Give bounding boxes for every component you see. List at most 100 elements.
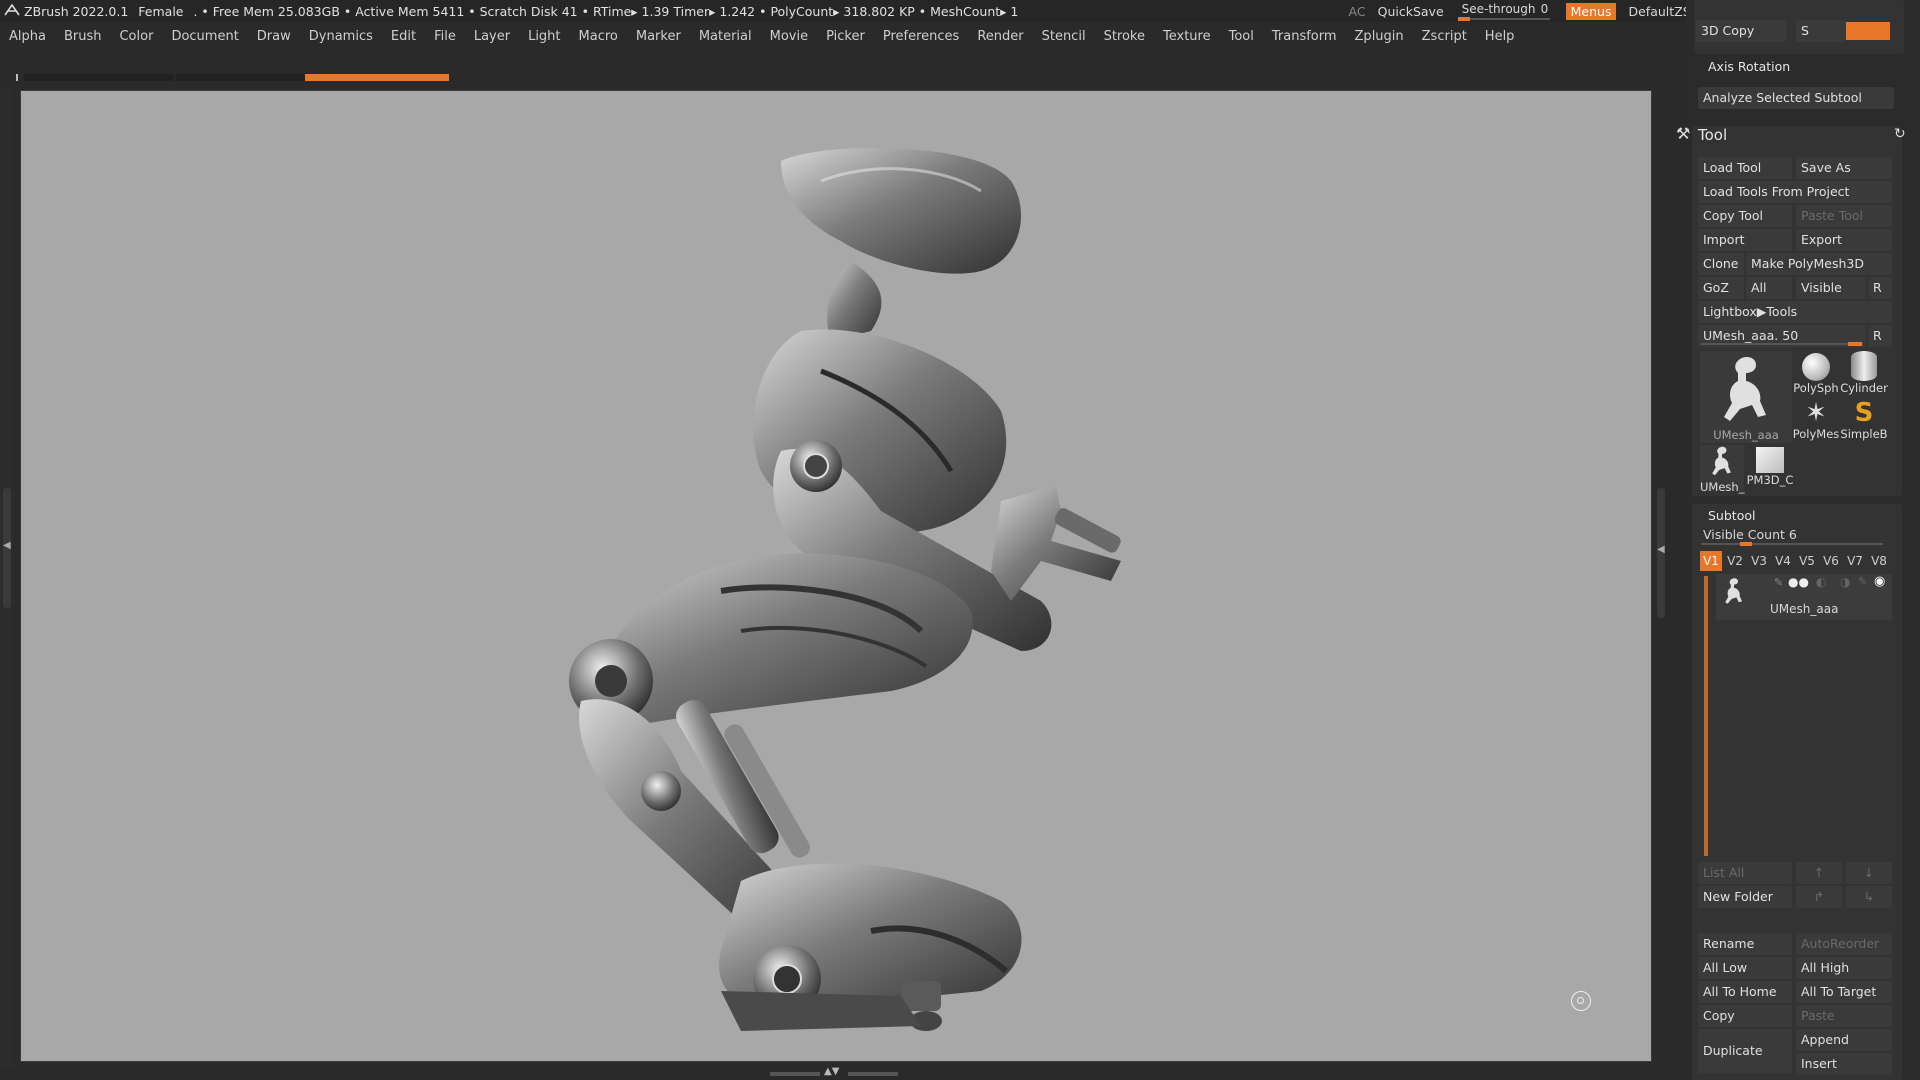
- version-tab-v8[interactable]: V8: [1868, 551, 1890, 571]
- menu-transform[interactable]: Transform: [1263, 29, 1346, 44]
- menu-zscript[interactable]: Zscript: [1413, 29, 1476, 44]
- menu-movie[interactable]: Movie: [761, 29, 817, 44]
- make-polymesh3d-button[interactable]: Make PolyMesh3D: [1746, 253, 1892, 275]
- paste-subtool-button[interactable]: Paste: [1796, 1005, 1892, 1027]
- menu-alpha[interactable]: Alpha: [0, 29, 55, 44]
- version-tab-v3[interactable]: V3: [1748, 551, 1770, 571]
- copy-subtool-button[interactable]: Copy: [1698, 1005, 1792, 1027]
- orange-swatch[interactable]: [1846, 22, 1890, 40]
- subtool-title[interactable]: Subtool: [1708, 508, 1755, 523]
- clone-button[interactable]: Clone: [1698, 253, 1744, 275]
- visible-count-thumb[interactable]: [1740, 542, 1752, 546]
- see-through-thumb[interactable]: [1457, 17, 1470, 21]
- refresh-icon[interactable]: ↻: [1894, 126, 1906, 142]
- duplicate-button[interactable]: Duplicate: [1698, 1029, 1792, 1073]
- version-tab-v2[interactable]: V2: [1724, 551, 1746, 571]
- menu-stroke[interactable]: Stroke: [1095, 29, 1154, 44]
- canvas-viewport[interactable]: [20, 90, 1652, 1062]
- 3d-copy-button[interactable]: 3D Copy: [1696, 20, 1786, 42]
- menus-toggle[interactable]: Menus: [1565, 2, 1617, 20]
- menu-edit[interactable]: Edit: [382, 29, 425, 44]
- goz-button[interactable]: GoZ: [1698, 277, 1744, 299]
- left-tray-handle[interactable]: ◀: [3, 488, 11, 608]
- viewport-pivot-icon[interactable]: [1571, 991, 1591, 1011]
- subtool-eye-icon[interactable]: ◉: [1874, 574, 1885, 589]
- all-low-button[interactable]: All Low: [1698, 957, 1792, 979]
- menu-light[interactable]: Light: [519, 29, 569, 44]
- bottom-tray-handle[interactable]: ▲▼: [770, 1066, 900, 1080]
- goz-r-button[interactable]: R: [1868, 277, 1892, 299]
- folder-down-button[interactable]: ↳: [1846, 886, 1892, 908]
- s-value-field[interactable]: S: [1796, 20, 1846, 42]
- menu-material[interactable]: Material: [690, 29, 761, 44]
- axis-rotation-label[interactable]: Axis Rotation: [1708, 59, 1790, 74]
- save-as-button[interactable]: Save As: [1796, 157, 1892, 179]
- see-through-slider[interactable]: See-through 0: [1456, 0, 1554, 22]
- menu-macro[interactable]: Macro: [570, 29, 627, 44]
- tool-thumb-umesh-aaa[interactable]: UMesh_aaa: [1700, 351, 1792, 443]
- menu-texture[interactable]: Texture: [1154, 29, 1220, 44]
- right-tray-handle[interactable]: ◀: [1657, 488, 1665, 618]
- subtool-edit-icon[interactable]: ✎: [1858, 575, 1867, 588]
- subtool-dynamic-icon[interactable]: ◑: [1840, 575, 1850, 589]
- lightbox-tools-button[interactable]: Lightbox▶Tools: [1698, 301, 1892, 323]
- menu-render[interactable]: Render: [968, 29, 1032, 44]
- tool-title[interactable]: Tool: [1698, 126, 1727, 144]
- tool-thumb-polymesh[interactable]: ✶ PolyMes: [1792, 399, 1840, 445]
- export-button[interactable]: Export: [1796, 229, 1892, 251]
- menu-brush[interactable]: Brush: [55, 29, 111, 44]
- menu-preferences[interactable]: Preferences: [874, 29, 968, 44]
- insert-button[interactable]: Insert: [1796, 1053, 1892, 1075]
- autoreorder-button[interactable]: AutoReorder: [1796, 933, 1892, 955]
- tab-2[interactable]: [176, 74, 316, 81]
- menu-file[interactable]: File: [425, 29, 465, 44]
- version-tab-v4[interactable]: V4: [1772, 551, 1794, 571]
- visible-count-slider[interactable]: Visible Count 6: [1698, 526, 1892, 546]
- goz-visible-button[interactable]: Visible: [1796, 277, 1866, 299]
- menu-color[interactable]: Color: [110, 29, 162, 44]
- tool-slider-thumb[interactable]: [1848, 342, 1862, 346]
- tab-active[interactable]: [305, 74, 449, 81]
- all-high-button[interactable]: All High: [1796, 957, 1892, 979]
- all-to-home-button[interactable]: All To Home: [1698, 981, 1792, 1003]
- append-button[interactable]: Append: [1796, 1029, 1892, 1051]
- menu-layer[interactable]: Layer: [465, 29, 519, 44]
- folder-up-button[interactable]: ↱: [1796, 886, 1842, 908]
- all-to-target-button[interactable]: All To Target: [1796, 981, 1892, 1003]
- move-down-button[interactable]: ↓: [1846, 862, 1892, 884]
- load-tool-button[interactable]: Load Tool: [1698, 157, 1792, 179]
- menu-stencil[interactable]: Stencil: [1033, 29, 1095, 44]
- menu-help[interactable]: Help: [1476, 29, 1524, 44]
- tool-slider-r-button[interactable]: R: [1868, 325, 1892, 347]
- load-tools-from-project-button[interactable]: Load Tools From Project: [1698, 181, 1892, 203]
- tool-slider[interactable]: UMesh_aaa. 50: [1698, 325, 1866, 347]
- tool-thumb-pm3d[interactable]: PM3D_C: [1746, 445, 1794, 491]
- copy-tool-button[interactable]: Copy Tool: [1698, 205, 1792, 227]
- menu-tool[interactable]: Tool: [1220, 29, 1263, 44]
- version-tab-v7[interactable]: V7: [1844, 551, 1866, 571]
- subtool-list-scrollbar[interactable]: [1704, 576, 1708, 856]
- menu-zplugin[interactable]: Zplugin: [1346, 29, 1413, 44]
- tool-thumb-cylinder[interactable]: Cylinder: [1840, 351, 1888, 397]
- subtool-polypaint-icon[interactable]: ●●: [1788, 575, 1809, 589]
- menu-dynamics[interactable]: Dynamics: [300, 29, 382, 44]
- paste-tool-button[interactable]: Paste Tool: [1796, 205, 1892, 227]
- robot-model[interactable]: [21, 91, 1653, 1063]
- list-all-button[interactable]: List All: [1698, 862, 1792, 884]
- version-tab-v1[interactable]: V1: [1700, 551, 1722, 571]
- menu-picker[interactable]: Picker: [817, 29, 874, 44]
- tool-thumb-umesh-small[interactable]: UMesh_: [1700, 445, 1744, 494]
- new-folder-button[interactable]: New Folder: [1698, 886, 1792, 908]
- move-up-button[interactable]: ↑: [1796, 862, 1842, 884]
- quicksave-button[interactable]: QuickSave: [1378, 4, 1444, 19]
- goz-all-button[interactable]: All: [1746, 277, 1792, 299]
- tool-thumb-simplebrush[interactable]: S SimpleB: [1840, 399, 1888, 445]
- menu-marker[interactable]: Marker: [627, 29, 690, 44]
- analyze-selected-subtool-button[interactable]: Analyze Selected Subtool: [1698, 87, 1894, 109]
- tab-1[interactable]: [24, 74, 174, 81]
- menu-document[interactable]: Document: [162, 29, 247, 44]
- menu-draw[interactable]: Draw: [248, 29, 300, 44]
- subtool-material-icon[interactable]: ◐: [1816, 575, 1826, 589]
- rename-button[interactable]: Rename: [1698, 933, 1792, 955]
- ac-button[interactable]: AC: [1349, 4, 1366, 19]
